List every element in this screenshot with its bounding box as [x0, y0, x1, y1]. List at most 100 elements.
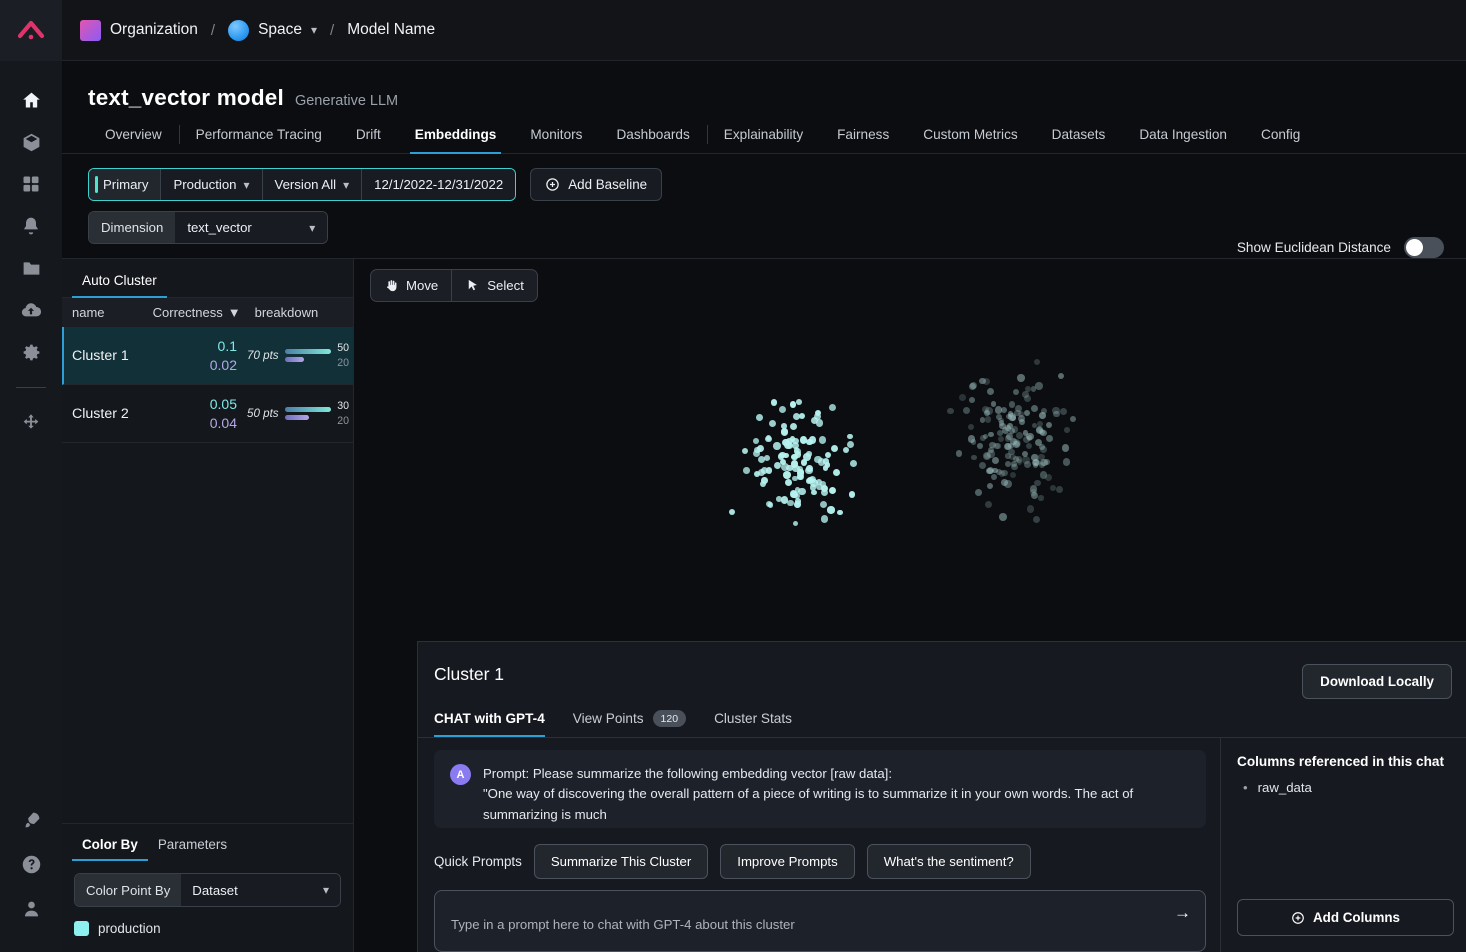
- tab-color-by[interactable]: Color By: [72, 824, 148, 861]
- quick-prompts-label: Quick Prompts: [434, 854, 522, 869]
- columns-referenced-list: • raw_data: [1237, 780, 1454, 899]
- column-header-correctness[interactable]: Correctness ▼: [153, 305, 247, 320]
- dimension-select-group: Dimension text_vector ▾: [88, 211, 329, 244]
- cluster-table-header: name Correctness ▼ breakdown: [62, 298, 353, 327]
- cluster-metrics: 0.05 0.04: [154, 395, 245, 433]
- add-baseline-button[interactable]: Add Baseline: [530, 168, 663, 201]
- column-header-name: name: [72, 305, 105, 320]
- breadcrumb: Organization / Space ▾ / Model Name: [80, 19, 435, 41]
- color-point-by-value: Dataset: [192, 882, 238, 898]
- environment-select[interactable]: Production ▾: [160, 169, 262, 200]
- rail-item-integrations-icon[interactable]: [0, 402, 62, 444]
- rail-item-help-icon[interactable]: [0, 842, 62, 886]
- chat-input-box[interactable]: Type in a prompt here to chat with GPT-4…: [434, 890, 1206, 952]
- version-select[interactable]: Version All ▾: [261, 169, 362, 200]
- chat-column: A Prompt: Please summarize the following…: [418, 738, 1220, 952]
- prompt-line-2: "One way of discovering the overall patt…: [483, 786, 1134, 822]
- tab-fairness[interactable]: Fairness: [820, 127, 906, 153]
- tab-cluster-stats[interactable]: Cluster Stats: [714, 711, 806, 736]
- rail-item-rocket-icon[interactable]: [0, 798, 62, 842]
- legend-item: production: [74, 921, 341, 936]
- list-item: • raw_data: [1237, 780, 1454, 795]
- version-value: Version All: [274, 177, 337, 192]
- breadcrumb-space[interactable]: Space: [258, 21, 302, 39]
- tab-monitors[interactable]: Monitors: [513, 127, 599, 153]
- cluster-metrics: 0.1 0.02: [154, 337, 245, 375]
- chevron-down-icon: ▾: [309, 220, 316, 235]
- tab-explainability[interactable]: Explainability: [706, 125, 820, 153]
- breakdown-values: 50 20: [337, 341, 349, 370]
- quick-prompt-summarize-button[interactable]: Summarize This Cluster: [533, 844, 709, 879]
- tab-custom-metrics[interactable]: Custom Metrics: [906, 127, 1034, 153]
- column-header-breakdown: breakdown: [254, 305, 319, 320]
- rail-item-bell-icon[interactable]: [0, 205, 62, 247]
- breakdown-value-top: 30: [337, 400, 349, 413]
- rail-item-grid-icon[interactable]: [0, 163, 62, 205]
- toggle-knob: [1406, 239, 1423, 256]
- tab-drift[interactable]: Drift: [339, 127, 398, 153]
- tab-performance-tracing[interactable]: Performance Tracing: [178, 125, 339, 153]
- rail-divider: [16, 387, 46, 388]
- tab-embeddings[interactable]: Embeddings: [398, 127, 514, 154]
- quick-prompt-improve-button[interactable]: Improve Prompts: [720, 844, 855, 879]
- chat-message-text: Prompt: Please summarize the following e…: [483, 764, 1190, 828]
- quick-prompt-sentiment-button[interactable]: What's the sentiment?: [866, 844, 1031, 879]
- breakdown-bar-bottom: [284, 415, 309, 420]
- columns-referenced-panel: Columns referenced in this chat • raw_da…: [1220, 738, 1466, 952]
- tab-view-points[interactable]: View Points 120: [573, 710, 700, 737]
- breadcrumb-organization[interactable]: Organization: [110, 21, 198, 39]
- column-header-correctness-label: Correctness: [152, 305, 223, 320]
- plus-circle-icon: [546, 178, 559, 191]
- user-avatar: A: [450, 764, 471, 785]
- chat-transcript: A Prompt: Please summarize the following…: [434, 750, 1206, 828]
- page-title-row: text_vector model Generative LLM: [88, 85, 1466, 111]
- model-nav-tabs: Overview Performance Tracing Drift Embed…: [62, 125, 1466, 154]
- euclidean-distance-label: Show Euclidean Distance: [1236, 240, 1391, 255]
- top-bar: Organization / Space ▾ / Model Name: [62, 0, 1466, 61]
- rail-item-cube-icon[interactable]: [0, 121, 62, 163]
- column-name: raw_data: [1257, 780, 1312, 795]
- plus-circle-icon: [1292, 911, 1304, 924]
- tab-auto-cluster[interactable]: Auto Cluster: [72, 259, 167, 298]
- chevron-down-icon: ▾: [243, 177, 250, 192]
- chat-input-placeholder: Type in a prompt here to chat with GPT-4…: [451, 917, 795, 932]
- cluster-point-count: 50 pts: [247, 407, 279, 420]
- breadcrumb-chevron-down-icon[interactable]: ▾: [311, 23, 317, 37]
- rail-item-user-icon[interactable]: [0, 886, 62, 930]
- color-by-tabs: Color By Parameters: [62, 824, 353, 861]
- date-range-picker[interactable]: 12/1/2022-12/31/2022: [361, 169, 516, 200]
- color-point-by-select[interactable]: Dataset ▾: [181, 874, 340, 906]
- breakdown-bars: [284, 407, 332, 420]
- app-logo[interactable]: [0, 0, 62, 61]
- table-row[interactable]: Cluster 1 0.1 0.02 70 pts 50 20: [62, 327, 353, 385]
- euclidean-distance-toggle[interactable]: [1404, 237, 1444, 258]
- tab-overview[interactable]: Overview: [88, 127, 179, 153]
- tab-config[interactable]: Config: [1244, 127, 1317, 153]
- dimension-select[interactable]: text_vector ▾: [175, 212, 328, 243]
- add-columns-button[interactable]: Add Columns: [1237, 899, 1454, 936]
- main-area: Organization / Space ▾ / Model Name text…: [62, 0, 1466, 952]
- tab-data-ingestion[interactable]: Data Ingestion: [1122, 127, 1244, 153]
- cluster-point-count: 70 pts: [247, 349, 279, 362]
- rail-item-cloud-upload-icon[interactable]: [0, 289, 62, 331]
- tab-chat-with-gpt4[interactable]: CHAT with GPT-4: [434, 711, 559, 737]
- primary-badge: Primary: [89, 169, 161, 200]
- chat-message-user: A Prompt: Please summarize the following…: [450, 764, 1190, 828]
- send-message-arrow-icon[interactable]: →: [1174, 903, 1191, 923]
- rail-bottom-icons: [0, 798, 62, 952]
- rail-item-home-icon[interactable]: [0, 79, 62, 121]
- columns-referenced-title: Columns referenced in this chat: [1237, 754, 1444, 769]
- breakdown-bar-bottom: [284, 357, 305, 362]
- page-subtitle: Generative LLM: [294, 93, 399, 109]
- tab-datasets[interactable]: Datasets: [1035, 127, 1123, 153]
- download-locally-button[interactable]: Download Locally: [1302, 664, 1452, 699]
- organization-avatar-icon: [80, 19, 101, 41]
- breadcrumb-model[interactable]: Model Name: [347, 21, 435, 39]
- view-points-count-badge: 120: [652, 710, 687, 727]
- rail-item-folder-icon[interactable]: [0, 247, 62, 289]
- tab-parameters[interactable]: Parameters: [148, 824, 237, 861]
- tab-dashboards[interactable]: Dashboards: [599, 127, 706, 153]
- table-row[interactable]: Cluster 2 0.05 0.04 50 pts 30 20: [62, 385, 353, 443]
- tab-chat-with-gpt4-label: CHAT with GPT-4: [434, 711, 545, 726]
- rail-item-gear-icon[interactable]: [0, 331, 62, 373]
